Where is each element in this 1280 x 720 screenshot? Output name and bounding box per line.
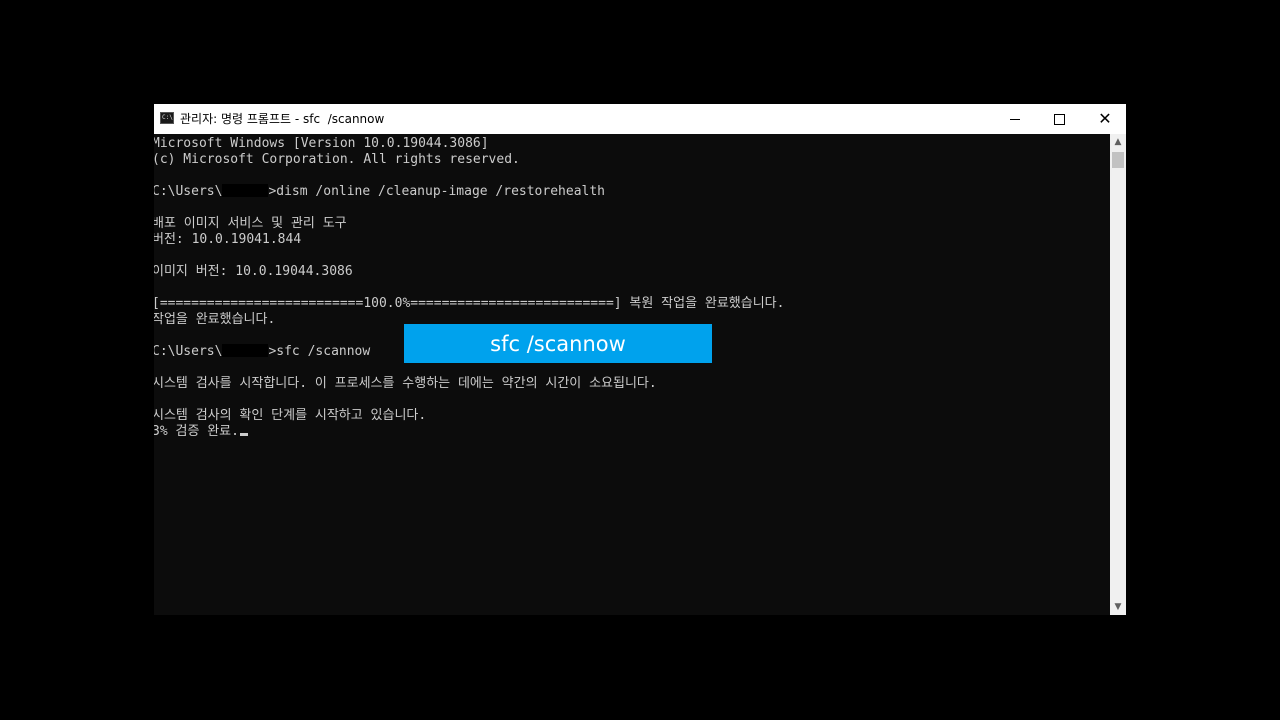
console-line: (c) Microsoft Corporation. All rights re… bbox=[154, 152, 520, 167]
console-line: 시스템 검사의 확인 단계를 시작하고 있습니다. bbox=[154, 408, 427, 423]
title-bar[interactable]: C:\ 관리자: 명령 프롬프트 - sfc /scannow ✕ bbox=[154, 104, 1126, 134]
close-button[interactable]: ✕ bbox=[1082, 104, 1128, 134]
cmd-icon: C:\ bbox=[160, 112, 174, 124]
prompt-line: C:\Users\ >dism /online /cleanup-image /r… bbox=[154, 184, 605, 200]
command-caption-overlay: sfc /scannow bbox=[404, 324, 712, 363]
close-icon: ✕ bbox=[1098, 109, 1112, 128]
console-line: 작업을 완료했습니다. bbox=[154, 312, 276, 327]
redacted-username bbox=[222, 184, 269, 197]
scroll-up-button[interactable]: ▲ bbox=[1110, 134, 1126, 150]
scroll-thumb[interactable] bbox=[1112, 152, 1124, 168]
chevron-up-icon: ▲ bbox=[1114, 137, 1122, 147]
console-line: 시스템 검사를 시작합니다. 이 프로세스를 수행하는 데에는 약간의 시간이 … bbox=[154, 376, 657, 391]
scroll-down-button[interactable]: ▼ bbox=[1110, 599, 1126, 615]
console-line: 버전: 10.0.19041.844 bbox=[154, 232, 302, 247]
console-output[interactable]: Microsoft Windows [Version 10.0.19044.30… bbox=[154, 134, 1110, 615]
redacted-username bbox=[222, 344, 269, 357]
console-line: 3% 검증 완료. bbox=[154, 424, 248, 440]
maximize-icon bbox=[1053, 113, 1065, 125]
window-title: 관리자: 명령 프롬프트 - sfc /scannow bbox=[180, 112, 385, 126]
command-text: sfc /scannow bbox=[276, 344, 371, 359]
verification-status: 3% 검증 완료. bbox=[154, 424, 239, 439]
progress-line: [==========================100.0%=======… bbox=[154, 296, 785, 311]
prompt-prefix: C:\Users\ bbox=[154, 344, 223, 359]
maximize-button[interactable] bbox=[1036, 104, 1082, 134]
chevron-down-icon: ▼ bbox=[1114, 602, 1122, 612]
console-line: Microsoft Windows [Version 10.0.19044.30… bbox=[154, 136, 489, 151]
prompt-prefix: C:\Users\ bbox=[154, 184, 223, 199]
console-line: 배포 이미지 서비스 및 관리 도구 bbox=[154, 216, 347, 231]
command-text: dism /online /cleanup-image /restoreheal… bbox=[276, 184, 606, 199]
vertical-scrollbar[interactable]: ▲ ▼ bbox=[1110, 134, 1126, 615]
console-line: 이미지 버전: 10.0.19044.3086 bbox=[154, 264, 353, 279]
prompt-line: C:\Users\ >sfc /scannow bbox=[154, 344, 370, 360]
text-cursor bbox=[239, 433, 248, 436]
minimize-button[interactable] bbox=[992, 104, 1038, 134]
minimize-icon bbox=[1010, 118, 1020, 120]
